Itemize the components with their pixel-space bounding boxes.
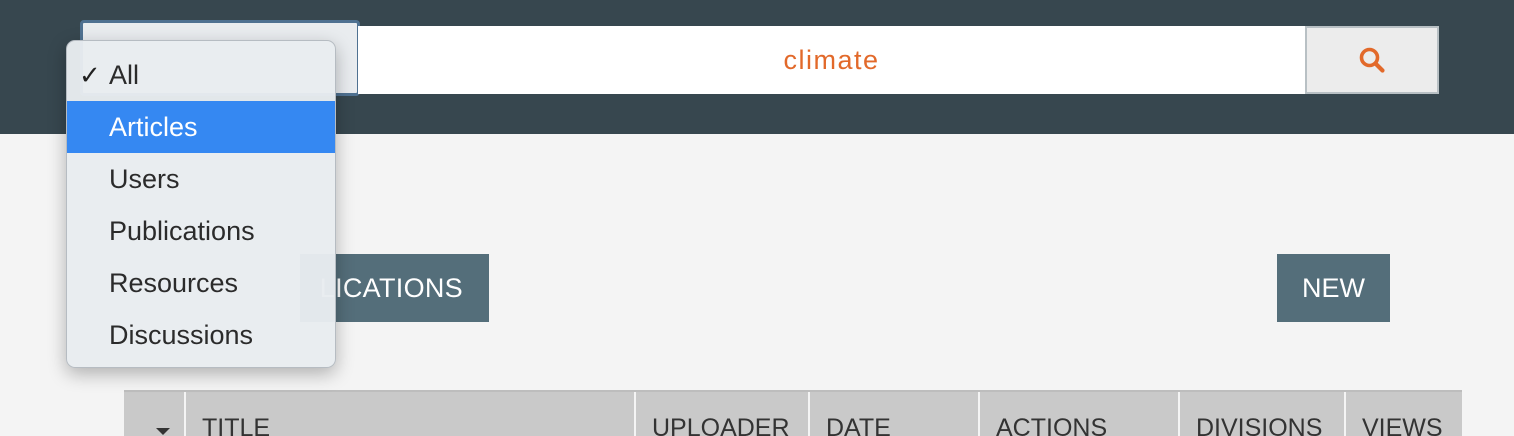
search-icon: [1359, 47, 1385, 73]
table-header: TITLE UPLOADER DATE ACTIONS DIVISIONS VI…: [124, 390, 1462, 436]
publications-button-label: LICATIONS: [319, 272, 463, 303]
column-header-date[interactable]: DATE: [808, 392, 978, 436]
search-input[interactable]: climate: [358, 26, 1305, 94]
menu-item-label: Users: [109, 164, 180, 194]
sort-toggle[interactable]: [124, 392, 184, 436]
menu-item-label: All: [109, 60, 140, 90]
new-button-label: NEW: [1302, 272, 1365, 303]
menu-item-label: Articles: [109, 112, 198, 142]
page: climate LICATIONS NEW TITLE UPLOADER DAT…: [0, 0, 1514, 436]
checkmark-icon: ✓: [79, 60, 101, 90]
search-button[interactable]: [1305, 26, 1439, 94]
column-header-views[interactable]: VIEWS: [1344, 392, 1462, 436]
menu-item-label: Resources: [109, 268, 239, 298]
column-header-actions[interactable]: ACTIONS: [978, 392, 1178, 436]
menu-item-articles[interactable]: Articles: [67, 101, 335, 153]
category-dropdown-menu: ✓ All Articles Users Publications Resour…: [66, 40, 336, 368]
caret-down-icon: [156, 428, 170, 435]
menu-item-resources[interactable]: Resources: [67, 257, 335, 309]
menu-item-users[interactable]: Users: [67, 153, 335, 205]
menu-item-publications[interactable]: Publications: [67, 205, 335, 257]
column-header-uploader[interactable]: UPLOADER: [634, 392, 808, 436]
column-header-title[interactable]: TITLE: [184, 392, 634, 436]
menu-item-discussions[interactable]: Discussions: [67, 309, 335, 361]
menu-item-label: Discussions: [109, 320, 254, 350]
column-header-divisions[interactable]: DIVISIONS: [1178, 392, 1344, 436]
menu-item-label: Publications: [109, 216, 255, 246]
new-button[interactable]: NEW: [1277, 254, 1390, 322]
search-query-text: climate: [783, 44, 880, 75]
menu-item-all[interactable]: ✓ All: [67, 49, 335, 101]
